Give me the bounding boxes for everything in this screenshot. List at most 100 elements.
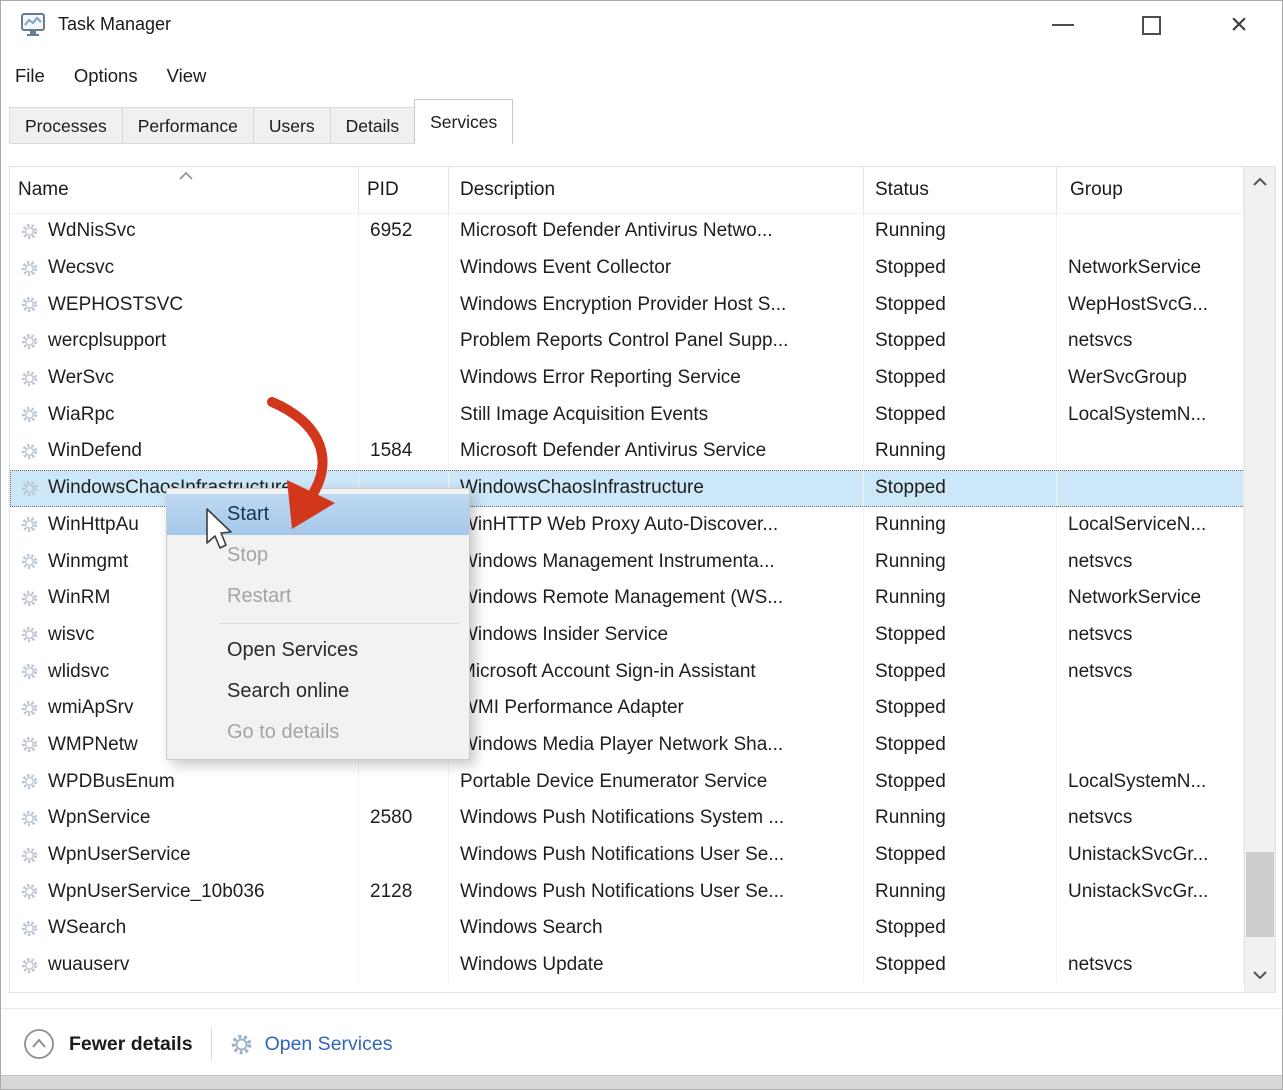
service-group: NetworkService	[1057, 580, 1244, 617]
column-header-status[interactable]: Status	[864, 167, 1057, 213]
table-row[interactable]: WEPHOSTSVC Windows Encryption Provider H…	[10, 286, 1275, 323]
service-gear-icon	[19, 441, 40, 462]
tab-strip: ProcessesPerformanceUsersDetailsServices	[9, 99, 1274, 144]
service-name: WinHttpAu	[48, 514, 139, 536]
window-title: Task Manager	[58, 14, 171, 35]
column-header-group[interactable]: Group	[1057, 167, 1244, 213]
task-manager-app-icon	[19, 11, 47, 39]
service-description: Windows Management Instrumenta...	[449, 543, 864, 580]
open-services-label: Open Services	[265, 1033, 393, 1056]
service-gear-icon	[19, 404, 40, 425]
tab-processes[interactable]: Processes	[9, 107, 123, 144]
service-status: Running	[864, 433, 1057, 470]
tab-users[interactable]: Users	[253, 107, 331, 144]
tab-details[interactable]: Details	[330, 107, 416, 144]
table-row[interactable]: WPDBusEnum Portable Device Enumerator Se…	[10, 763, 1275, 800]
table-row[interactable]: WpnUserService_10b036 2128 Windows Push …	[10, 873, 1275, 910]
service-group: LocalSystemN...	[1057, 396, 1244, 433]
service-description: Windows Encryption Provider Host S...	[449, 286, 864, 323]
context-menu-separator	[219, 623, 459, 624]
service-name: WpnService	[48, 807, 150, 829]
service-status: Stopped	[864, 396, 1057, 433]
table-row[interactable]: WinDefend 1584 Microsoft Defender Antivi…	[10, 433, 1275, 470]
tab-performance[interactable]: Performance	[122, 107, 254, 144]
service-status: Stopped	[864, 323, 1057, 360]
service-gear-icon	[19, 845, 40, 866]
column-header-pid[interactable]: PID	[359, 167, 449, 213]
table-row[interactable]: Wecsvc Windows Event Collector Stopped N…	[10, 250, 1275, 287]
menu-options[interactable]: Options	[74, 65, 138, 87]
menu-file[interactable]: File	[15, 65, 45, 87]
service-name: WiaRpc	[48, 404, 115, 426]
service-status: Stopped	[864, 653, 1057, 690]
footer-divider	[1, 1008, 1282, 1009]
service-description: Still Image Acquisition Events	[449, 396, 864, 433]
context-menu-item-search-online[interactable]: Search online	[167, 671, 469, 712]
scroll-up-button[interactable]	[1245, 169, 1275, 195]
service-description: WMI Performance Adapter	[449, 690, 864, 727]
services-gear-icon	[228, 1031, 255, 1058]
column-header-description[interactable]: Description	[449, 167, 864, 213]
service-group	[1057, 470, 1244, 507]
table-row[interactable]: wercplsupport Problem Reports Control Pa…	[10, 323, 1275, 360]
service-status: Stopped	[864, 470, 1057, 507]
service-gear-icon	[19, 368, 40, 389]
context-menu-item-restart: Restart	[167, 576, 469, 617]
menu-view[interactable]: View	[167, 65, 207, 87]
table-row[interactable]: WdNisSvc 6952 Microsoft Defender Antivir…	[10, 213, 1275, 250]
table-row[interactable]: WSearch Windows Search Stopped	[10, 910, 1275, 947]
service-gear-icon	[19, 624, 40, 645]
service-description: Windows Push Notifications System ...	[449, 800, 864, 837]
service-status: Stopped	[864, 617, 1057, 654]
table-row[interactable]: WpnService 2580 Windows Push Notificatio…	[10, 800, 1275, 837]
service-group: WepHostSvcG...	[1057, 286, 1244, 323]
fewer-details-button[interactable]: Fewer details	[23, 1028, 193, 1060]
vertical-scrollbar[interactable]	[1244, 167, 1275, 992]
close-button[interactable]: ×	[1216, 1, 1262, 49]
service-name: wuauserv	[48, 954, 129, 976]
scrollbar-thumb[interactable]	[1246, 852, 1274, 937]
service-group: LocalServiceN...	[1057, 507, 1244, 544]
service-gear-icon	[19, 588, 40, 609]
table-row[interactable]: WiaRpc Still Image Acquisition Events St…	[10, 396, 1275, 433]
table-row[interactable]: WpnUserService Windows Push Notification…	[10, 837, 1275, 874]
scroll-down-button[interactable]	[1245, 962, 1275, 988]
open-services-link[interactable]: Open Services	[228, 1031, 393, 1058]
service-group	[1057, 213, 1244, 250]
context-menu-item-start[interactable]: Start	[167, 494, 469, 535]
service-pid	[359, 323, 449, 360]
service-group: LocalSystemN...	[1057, 763, 1244, 800]
service-status: Running	[864, 873, 1057, 910]
service-gear-icon	[19, 331, 40, 352]
footer-bar: Fewer details Open Services	[1, 1017, 392, 1071]
service-pid: 1584	[359, 433, 449, 470]
service-pid	[359, 360, 449, 397]
service-description: Windows Error Reporting Service	[449, 360, 864, 397]
service-gear-icon	[19, 698, 40, 719]
task-manager-window: Task Manager × File Options View Processes…	[0, 0, 1283, 1090]
service-group: netsvcs	[1057, 800, 1244, 837]
service-name: WPDBusEnum	[48, 771, 175, 793]
service-status: Stopped	[864, 837, 1057, 874]
service-description: Windows Remote Management (WS...	[449, 580, 864, 617]
service-gear-icon	[19, 771, 40, 792]
service-description: Windows Insider Service	[449, 617, 864, 654]
table-header-row: Name PID Description Status Group	[10, 167, 1275, 214]
service-name: WdNisSvc	[48, 220, 136, 242]
minimize-button[interactable]	[1040, 1, 1086, 49]
tab-services[interactable]: Services	[414, 99, 513, 144]
table-row[interactable]: wuauserv Windows Update Stopped netsvcs	[10, 947, 1275, 984]
context-menu-item-open-services[interactable]: Open Services	[167, 630, 469, 671]
fewer-details-label: Fewer details	[69, 1033, 193, 1056]
service-description: Microsoft Account Sign-in Assistant	[449, 653, 864, 690]
service-pid: 2580	[359, 800, 449, 837]
service-description: Windows Update	[449, 947, 864, 984]
service-pid	[359, 947, 449, 984]
service-pid	[359, 286, 449, 323]
table-row[interactable]: WerSvc Windows Error Reporting Service S…	[10, 360, 1275, 397]
service-gear-icon	[19, 478, 40, 499]
maximize-button[interactable]	[1128, 1, 1174, 49]
service-status: Running	[864, 543, 1057, 580]
service-gear-icon	[19, 514, 40, 535]
service-gear-icon	[19, 258, 40, 279]
